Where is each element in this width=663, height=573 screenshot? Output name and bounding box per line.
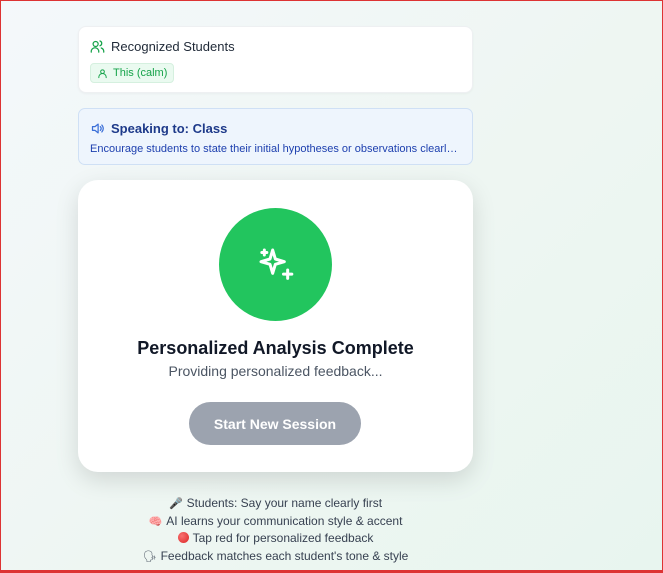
microphone-icon: 🎤 bbox=[168, 498, 183, 510]
tip-item: 🎤 Students: Say your name clearly first bbox=[78, 495, 473, 513]
speaker-icon bbox=[91, 123, 104, 134]
user-icon bbox=[98, 68, 107, 78]
tip-text: AI learns your communication style & acc… bbox=[166, 513, 403, 528]
speaking-to-card: Speaking to: Class Encourage students to… bbox=[78, 108, 473, 165]
student-chip: This (calm) bbox=[90, 63, 175, 83]
tip-item: 🗣 Feedback matches each student's tone & … bbox=[78, 548, 473, 566]
recognized-students-card: Recognized Students This (calm) bbox=[78, 26, 473, 93]
start-new-session-button[interactable]: Start New Session bbox=[189, 402, 361, 445]
recognized-students-title: Recognized Students bbox=[111, 39, 235, 54]
brain-icon: 🧠 bbox=[148, 515, 163, 528]
analysis-title: Personalized Analysis Complete bbox=[137, 338, 414, 358]
student-chip-label: This (calm) bbox=[113, 67, 168, 79]
speaking-to-message: Encourage students to state their initia… bbox=[90, 143, 461, 155]
analysis-subtitle: Providing personalized feedback... bbox=[168, 363, 383, 379]
tip-text: Feedback matches each student's tone & s… bbox=[160, 548, 409, 563]
tips-list: 🎤 Students: Say your name clearly first 🧠… bbox=[78, 495, 473, 565]
tip-text: Students: Say your name clearly first bbox=[186, 496, 383, 510]
users-icon bbox=[90, 40, 105, 53]
window-border-bottom bbox=[1, 570, 662, 572]
tip-item: Tap red for personalized feedback bbox=[78, 530, 473, 548]
status-orb bbox=[219, 208, 332, 321]
tip-item: 🧠 AI learns your communication style & ac… bbox=[78, 513, 473, 531]
red-dot-icon bbox=[177, 532, 189, 544]
speaking-to-title: Speaking to: Class bbox=[111, 121, 228, 136]
tip-text: Tap red for personalized feedback bbox=[192, 531, 374, 546]
analysis-card: Personalized Analysis Complete Providing… bbox=[78, 180, 473, 472]
speaking-head-icon: 🗣 bbox=[142, 550, 157, 563]
sparkles-icon bbox=[259, 248, 293, 280]
